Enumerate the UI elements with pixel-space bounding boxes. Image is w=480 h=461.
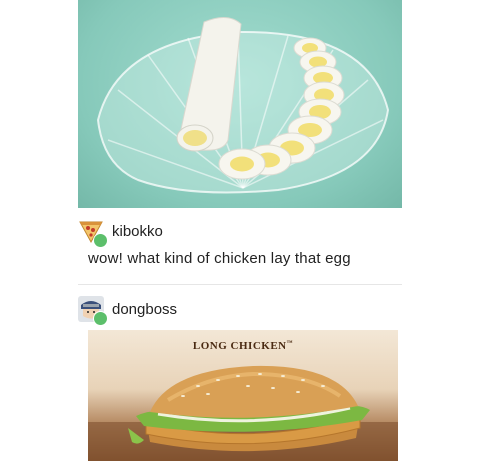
avatar-badge-icon <box>93 233 108 248</box>
ninja-avatar-icon[interactable] <box>78 296 108 326</box>
sandwich-illustration <box>88 365 398 461</box>
post-header-dongboss: dongboss <box>78 294 177 326</box>
post-divider <box>78 284 402 285</box>
post-header-kibokko: kibokko <box>78 216 163 248</box>
avatar-badge-icon <box>93 311 108 326</box>
post-text: wow! what kind of chicken lay that egg <box>88 250 351 267</box>
long-egg-illustration <box>96 17 390 194</box>
pizza-slice-avatar-icon[interactable] <box>78 218 108 248</box>
long-egg-photo <box>78 0 402 208</box>
username-kibokko[interactable]: kibokko <box>112 223 163 240</box>
long-chicken-ad-photo: LONG CHICKEN™ <box>88 330 398 461</box>
username-dongboss[interactable]: dongboss <box>112 301 177 318</box>
